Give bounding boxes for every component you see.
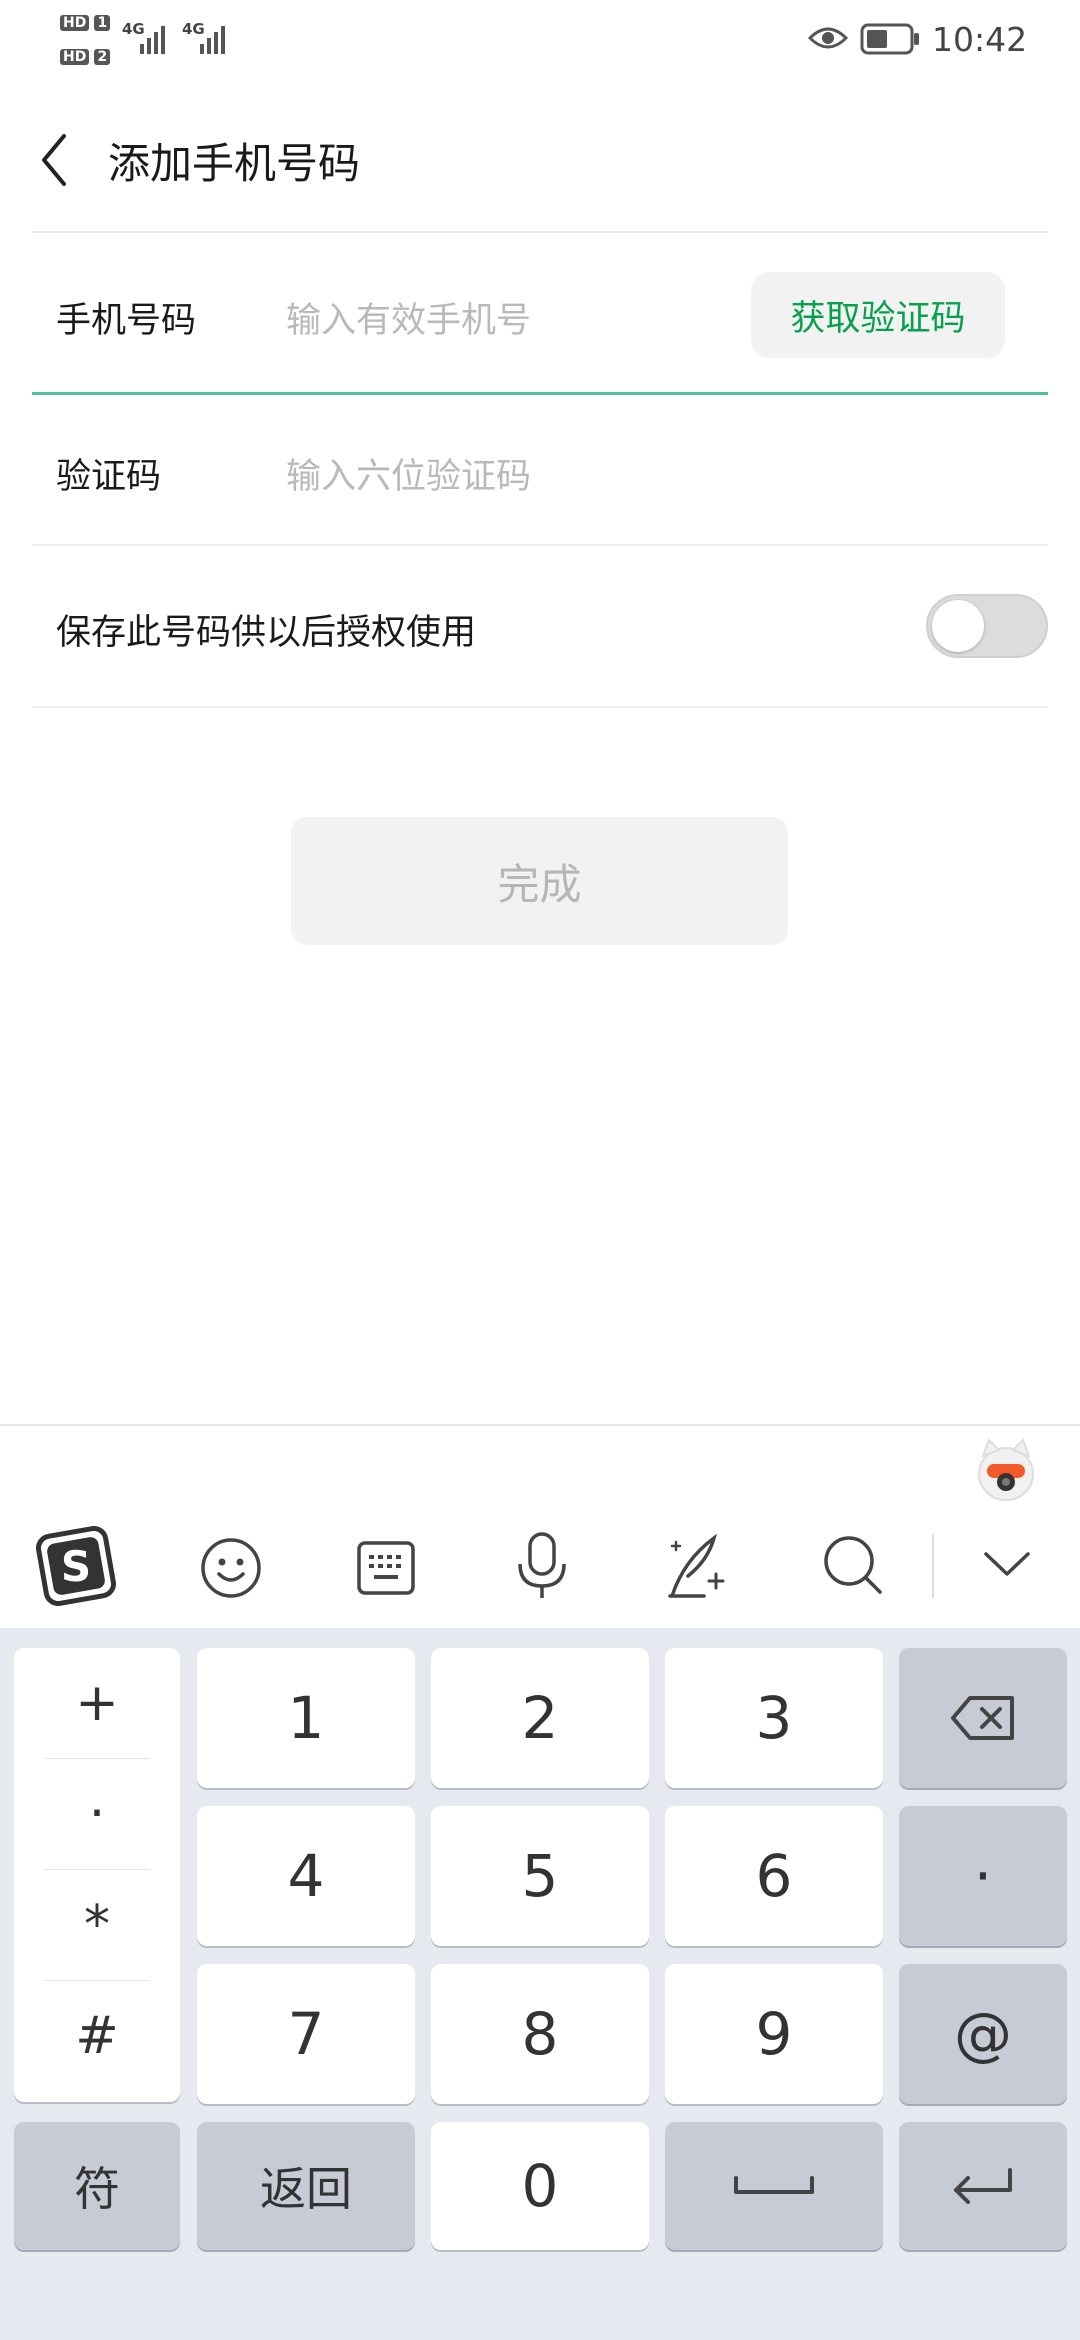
key-7[interactable]: 7: [197, 1964, 415, 2104]
search-icon[interactable]: [820, 1532, 886, 1598]
key-2[interactable]: 2: [431, 1648, 649, 1788]
space-key[interactable]: [665, 2122, 883, 2250]
plus-key[interactable]: +: [14, 1648, 180, 1758]
get-code-button[interactable]: 获取验证码: [751, 272, 1005, 358]
signal2-icon: [200, 22, 225, 54]
phone-input-underline: [32, 392, 1048, 395]
key-9[interactable]: 9: [665, 1964, 883, 2104]
battery-icon: [860, 23, 919, 55]
handwriting-icon[interactable]: [664, 1530, 732, 1602]
hd1-badge: HD: [60, 15, 90, 31]
save-number-label: 保存此号码供以后授权使用: [56, 613, 477, 653]
save-divider: [32, 706, 1048, 708]
middle-dot-key[interactable]: ·: [14, 1759, 180, 1869]
symbol-column: + · * #: [14, 1648, 180, 2102]
status-bar: HD 1 HD 2 4G 4G 10:42: [0, 0, 1080, 80]
sim2-badge: 2: [94, 49, 111, 65]
eye-comfort-icon: [808, 27, 848, 49]
header-divider: [32, 231, 1048, 233]
code-divider: [32, 544, 1048, 546]
phone-label: 手机号码: [56, 301, 197, 341]
sim1-badge: 1: [94, 15, 111, 31]
sogou-logo-icon[interactable]: S: [36, 1526, 116, 1606]
backspace-icon: [951, 1696, 1014, 1740]
keyboard-toolbar: S: [0, 1424, 1080, 1630]
key-0[interactable]: 0: [431, 2122, 649, 2250]
backspace-key[interactable]: [899, 1648, 1067, 1788]
key-8[interactable]: 8: [431, 1964, 649, 2104]
hd2-badge: HD: [60, 49, 90, 65]
collapse-chevron-icon[interactable]: [982, 1548, 1032, 1580]
emoji-icon[interactable]: [199, 1536, 263, 1600]
code-label: 验证码: [56, 457, 162, 497]
clock: 10:42: [932, 20, 1028, 59]
mascot-icon[interactable]: [975, 1436, 1037, 1504]
toggle-knob: [932, 600, 984, 652]
key-1[interactable]: 1: [197, 1648, 415, 1788]
done-button[interactable]: 完成: [291, 817, 788, 945]
return-key[interactable]: 返回: [197, 2122, 415, 2250]
symbols-key[interactable]: 符: [14, 2122, 180, 2250]
code-input[interactable]: 输入六位验证码: [286, 448, 886, 499]
page-title: 添加手机号码: [108, 139, 361, 188]
signal1-icon: [140, 22, 165, 54]
key-6[interactable]: 6: [665, 1806, 883, 1946]
keyboard-icon[interactable]: [356, 1538, 416, 1598]
toolbar-separator: [932, 1534, 934, 1598]
enter-icon: [954, 2168, 1012, 2204]
asterisk-key[interactable]: *: [14, 1870, 180, 1980]
phone-input[interactable]: 输入有效手机号: [286, 292, 726, 343]
key-3[interactable]: 3: [665, 1648, 883, 1788]
svg-text:S: S: [61, 1542, 91, 1591]
header: 添加手机号码: [0, 100, 1080, 220]
key-5[interactable]: 5: [431, 1806, 649, 1946]
dot-key[interactable]: ·: [899, 1806, 1067, 1946]
hash-key[interactable]: #: [14, 1981, 180, 2091]
back-arrow-icon[interactable]: [36, 130, 72, 190]
space-icon: [734, 2176, 814, 2194]
save-number-toggle[interactable]: [926, 594, 1048, 658]
sim2-indicator: HD 2: [60, 46, 111, 65]
key-4[interactable]: 4: [197, 1806, 415, 1946]
sim1-indicator: HD 1: [60, 12, 111, 31]
at-key[interactable]: @: [899, 1964, 1067, 2104]
microphone-icon[interactable]: [514, 1530, 570, 1602]
enter-key[interactable]: [899, 2122, 1067, 2250]
